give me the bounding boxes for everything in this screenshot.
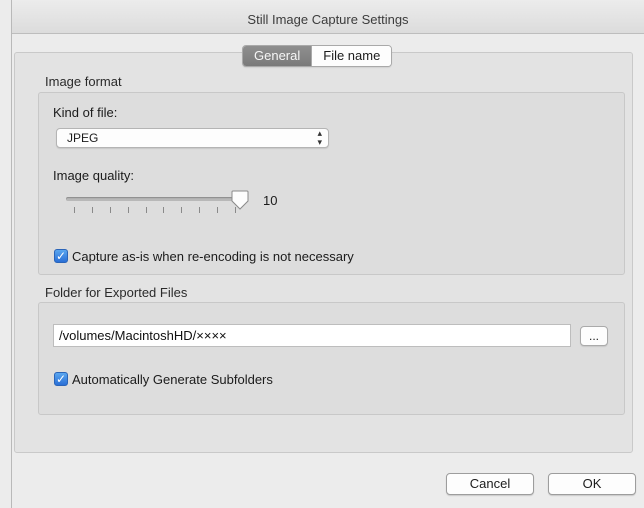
image-quality-slider-track[interactable]	[66, 197, 244, 201]
image-format-group	[38, 92, 625, 275]
folder-group	[38, 302, 625, 415]
kind-of-file-value: JPEG	[67, 131, 99, 145]
tab-bar: General File name	[242, 45, 393, 67]
slider-tick	[199, 207, 201, 213]
tab-file-name[interactable]: File name	[311, 46, 392, 66]
slider-tick	[109, 207, 111, 213]
folder-section-label: Folder for Exported Files	[45, 285, 188, 300]
image-quality-label: Image quality:	[53, 168, 134, 183]
slider-tick	[127, 207, 129, 213]
kind-of-file-popup[interactable]: JPEG ▴ ▾	[56, 128, 329, 148]
up-down-arrows-icon: ▴ ▾	[317, 128, 322, 147]
capture-as-is-checkbox[interactable]: ✓	[54, 249, 68, 263]
window-title: Still Image Capture Settings	[247, 12, 409, 27]
slider-knob-icon[interactable]	[231, 190, 249, 210]
auto-subfolders-checkbox[interactable]: ✓	[54, 372, 68, 386]
slider-tick	[163, 207, 165, 213]
checkmark-icon: ✓	[55, 249, 67, 263]
slider-tick	[91, 207, 93, 213]
kind-of-file-label: Kind of file:	[53, 105, 118, 120]
slider-tick	[217, 207, 218, 213]
tab-general[interactable]: General	[243, 46, 312, 66]
capture-as-is-label[interactable]: Capture as-is when re-encoding is not ne…	[72, 249, 354, 264]
browse-folder-button[interactable]: ...	[580, 326, 608, 346]
slider-tick	[145, 207, 147, 213]
cancel-button[interactable]: Cancel	[446, 473, 534, 495]
image-quality-slider-ticks	[74, 207, 236, 213]
image-quality-value: 10	[263, 193, 278, 208]
title-bar[interactable]: Still Image Capture Settings	[12, 0, 644, 34]
auto-subfolders-label[interactable]: Automatically Generate Subfolders	[72, 372, 273, 387]
slider-tick	[181, 207, 183, 213]
export-folder-path-field[interactable]: /volumes/MacintoshHD/××××	[53, 324, 571, 347]
image-format-section-label: Image format	[45, 74, 122, 89]
ok-button[interactable]: OK	[548, 473, 636, 495]
checkmark-icon: ✓	[55, 372, 67, 386]
slider-tick	[74, 207, 75, 213]
